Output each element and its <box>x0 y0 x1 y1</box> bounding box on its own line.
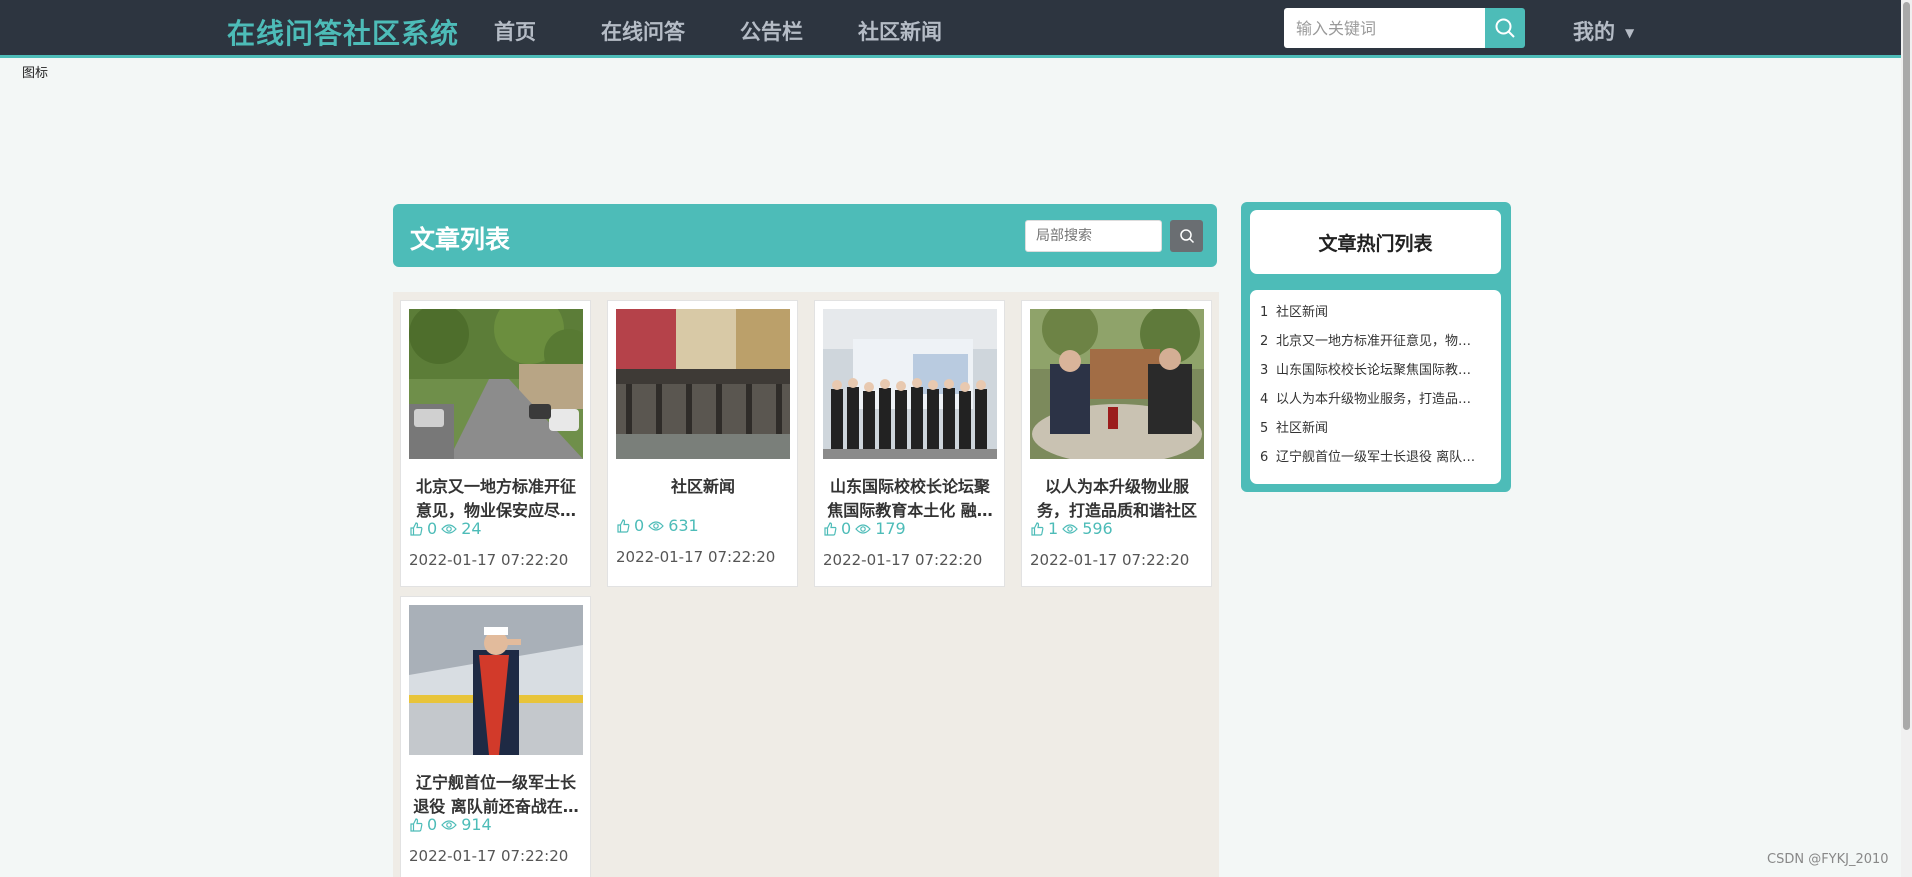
article-stats: 0 914 <box>409 815 492 834</box>
article-card[interactable]: 社区新闻 0 631 2022-01-17 07:22:20 <box>607 300 798 587</box>
local-search-button[interactable] <box>1170 220 1203 252</box>
article-title[interactable]: 北京又一地方标准开征意见，物业保安应尽… <box>409 475 583 523</box>
article-stats: 0 24 <box>409 519 482 538</box>
article-grid: 北京又一地方标准开征意见，物业保安应尽… 0 24 2022-01-17 07:… <box>393 292 1219 877</box>
hot-article-label: 社区新闻 <box>1276 305 1329 320</box>
article-stats: 0 179 <box>823 519 906 538</box>
article-card[interactable]: 以人为本升级物业服务，打造品质和谐社区 1 596 2022-01-17 07:… <box>1021 300 1212 587</box>
article-title[interactable]: 辽宁舰首位一级军士长退役 离队前还奋战在… <box>409 771 583 819</box>
caret-down-icon: ▼ <box>1625 26 1635 40</box>
hot-rank: 6 <box>1260 450 1269 465</box>
article-stats: 0 631 <box>616 516 699 535</box>
article-card[interactable]: 北京又一地方标准开征意见，物业保安应尽… 0 24 2022-01-17 07:… <box>400 300 591 587</box>
eye-icon <box>441 819 457 830</box>
hot-rank: 3 <box>1260 363 1269 378</box>
eye-icon <box>1062 523 1078 534</box>
article-date: 2022-01-17 07:22:20 <box>409 847 569 865</box>
nav-item-qa[interactable]: 在线问答 <box>601 16 685 46</box>
like-count: 0 <box>427 519 438 538</box>
article-list-header: 文章列表 <box>393 204 1217 267</box>
eye-icon <box>441 523 457 534</box>
article-thumbnail <box>409 605 583 755</box>
brand-logo[interactable]: 在线问答社区系统 <box>227 12 459 52</box>
hot-articles-title: 文章热门列表 <box>1318 232 1433 255</box>
hot-articles-panel: 文章热门列表 1 社区新闻 2 北京又一地方标准开征意见，物… 3 山东国际校校长论坛… <box>1241 202 1511 492</box>
article-card[interactable]: 辽宁舰首位一级军士长退役 离队前还奋战在… 0 914 2022-01-17 0… <box>400 596 591 877</box>
view-count: 914 <box>461 815 492 834</box>
thumb-up-icon[interactable] <box>409 521 423 536</box>
broken-image-placeholder: 图标 <box>22 66 49 81</box>
thumb-up-icon[interactable] <box>823 521 837 536</box>
hot-article-item[interactable]: 2 北京又一地方标准开征意见，物… <box>1260 327 1491 356</box>
hot-rank: 2 <box>1260 334 1269 349</box>
like-count: 0 <box>427 815 438 834</box>
hot-article-label: 山东国际校校长论坛聚焦国际教… <box>1276 363 1472 378</box>
hot-rank: 1 <box>1260 305 1269 320</box>
article-date: 2022-01-17 07:22:20 <box>616 548 776 566</box>
view-count: 596 <box>1082 519 1113 538</box>
eye-icon <box>648 520 664 531</box>
article-thumbnail <box>1030 309 1204 459</box>
hot-article-item[interactable]: 4 以人为本升级物业服务，打造品… <box>1260 385 1491 414</box>
watermark-text: CSDN @FYKJ_2010 <box>1767 852 1889 867</box>
mine-label: 我的 <box>1573 20 1615 44</box>
article-title[interactable]: 山东国际校校长论坛聚焦国际教育本土化 融… <box>823 475 997 523</box>
hot-article-item[interactable]: 3 山东国际校校长论坛聚焦国际教… <box>1260 356 1491 385</box>
nav-item-home[interactable]: 首页 <box>494 16 536 46</box>
article-title[interactable]: 社区新闻 <box>616 475 790 499</box>
view-count: 631 <box>668 516 699 535</box>
article-thumbnail <box>616 309 790 459</box>
nav-item-notice[interactable]: 公告栏 <box>740 16 803 46</box>
view-count: 24 <box>461 519 482 538</box>
search-icon <box>1179 229 1194 244</box>
hot-article-item[interactable]: 6 辽宁舰首位一级军士长退役 离队… <box>1260 443 1491 472</box>
article-card[interactable]: 山东国际校校长论坛聚焦国际教育本土化 融… 0 179 2022-01-17 0… <box>814 300 1005 587</box>
hot-article-label: 北京又一地方标准开征意见，物… <box>1276 334 1472 349</box>
article-thumbnail <box>823 309 997 459</box>
thumb-up-icon[interactable] <box>1030 521 1044 536</box>
hot-articles-header: 文章热门列表 <box>1250 210 1501 274</box>
hot-article-label: 辽宁舰首位一级军士长退役 离队… <box>1276 450 1476 465</box>
like-count: 1 <box>1048 519 1059 538</box>
like-count: 0 <box>634 516 645 535</box>
top-navbar: 在线问答社区系统 首页 在线问答 公告栏 社区新闻 我的 ▼ <box>0 0 1912 58</box>
search-input[interactable] <box>1284 8 1485 48</box>
like-count: 0 <box>841 519 852 538</box>
article-thumbnail <box>409 309 583 459</box>
search-button[interactable] <box>1485 8 1525 48</box>
hot-article-item[interactable]: 1 社区新闻 <box>1260 298 1491 327</box>
thumb-up-icon[interactable] <box>409 817 423 832</box>
hot-article-item[interactable]: 5 社区新闻 <box>1260 414 1491 443</box>
search-icon <box>1495 18 1515 38</box>
article-date: 2022-01-17 07:22:20 <box>823 551 983 569</box>
hot-rank: 4 <box>1260 392 1269 407</box>
view-count: 179 <box>875 519 906 538</box>
eye-icon <box>855 523 871 534</box>
article-title[interactable]: 以人为本升级物业服务，打造品质和谐社区 <box>1030 475 1204 523</box>
local-search-input[interactable] <box>1025 220 1162 252</box>
page-scrollbar[interactable] <box>1901 0 1912 877</box>
hot-article-label: 社区新闻 <box>1276 421 1329 436</box>
article-date: 2022-01-17 07:22:20 <box>409 551 569 569</box>
hot-rank: 5 <box>1260 421 1269 436</box>
nav-item-news[interactable]: 社区新闻 <box>858 16 942 46</box>
article-date: 2022-01-17 07:22:20 <box>1030 551 1190 569</box>
article-stats: 1 596 <box>1030 519 1113 538</box>
thumb-up-icon[interactable] <box>616 518 630 533</box>
article-list-title: 文章列表 <box>410 225 511 254</box>
hot-article-label: 以人为本升级物业服务，打造品… <box>1276 392 1472 407</box>
hot-articles-list: 1 社区新闻 2 北京又一地方标准开征意见，物… 3 山东国际校校长论坛聚焦国际教… … <box>1250 290 1501 484</box>
mine-menu[interactable]: 我的 ▼ <box>1573 16 1634 46</box>
scrollbar-thumb[interactable] <box>1903 2 1910 730</box>
